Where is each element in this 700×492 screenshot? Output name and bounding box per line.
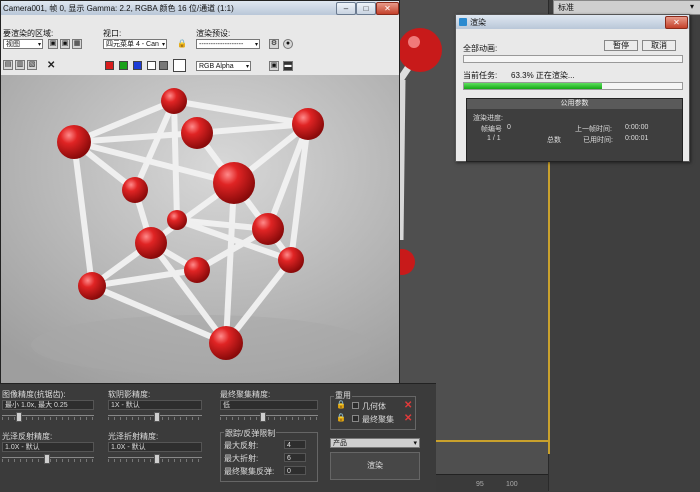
- render-button[interactable]: 渲染: [330, 452, 420, 480]
- glossy-refract-field[interactable]: 1.0X - 默认: [108, 442, 202, 452]
- image-precision-label: 图像精度(抗锯齿):: [2, 390, 66, 399]
- save-image-icon[interactable]: ▤: [3, 60, 13, 70]
- max-refract-spinner[interactable]: 6: [284, 453, 306, 462]
- rendered-frame-window: Camera001, 帧 0, 显示 Gamma: 2.2, RGBA 颜色 1…: [0, 0, 400, 384]
- glossy-refract-slider[interactable]: [108, 454, 202, 464]
- current-task-progress: [463, 82, 683, 90]
- elapsed-label: 已用时间:: [583, 137, 613, 144]
- glossy-reflect-label: 光泽反射精度:: [2, 432, 53, 441]
- mono-icon[interactable]: [159, 61, 168, 70]
- area-label: 要渲染的区域:: [3, 29, 54, 38]
- frame-window-toolbar: 要渲染的区域: 视图 ▾ ▣ ▣ ▦ 视口: 四元菜单 4 - Can ▾ 🔒 渲染…: [1, 15, 399, 75]
- lock-icon[interactable]: 🔒: [336, 414, 346, 422]
- render-dialog-titlebar[interactable]: 渲染 ✕: [456, 15, 689, 29]
- sphere-node: [398, 28, 442, 72]
- viewport-label: 视口:: [103, 29, 122, 38]
- object-type-dropdown[interactable]: 标准 ▾: [553, 0, 700, 15]
- last-frame-time-value: 0:00:00: [625, 124, 649, 131]
- final-gather-field[interactable]: 低: [220, 400, 318, 410]
- clear-icon[interactable]: ✕: [47, 61, 56, 71]
- image-precision-slider[interactable]: [2, 412, 94, 422]
- glossy-reflect-field[interactable]: 1.0X - 默认: [2, 442, 94, 452]
- final-gather-check-label: 最终聚集: [362, 415, 394, 424]
- max-refract-label: 最大折射:: [224, 454, 259, 463]
- final-gather-slider[interactable]: [220, 412, 318, 422]
- render-settings-panel: 图像精度(抗锯齿): 最小 1.0x, 最大 0.25 软阴影精度: 1X - …: [0, 383, 436, 492]
- fg-bounce-spinner[interactable]: 0: [284, 466, 306, 475]
- pause-button[interactable]: 暂停: [604, 40, 638, 51]
- active-viewport-border-bottom: [430, 440, 548, 442]
- overlay-icon[interactable]: ▬: [283, 61, 293, 71]
- trace-group-label: 跟踪/反弹限制: [224, 428, 277, 439]
- soft-shadow-slider[interactable]: [108, 412, 202, 422]
- close-icon[interactable]: ✕: [665, 16, 688, 29]
- final-gather-checkbox[interactable]: [352, 415, 359, 422]
- render-progress-dialog: 渲染 ✕ 全部动画: 暂停 取消 当前任务: 63.3% 正在渲染... 公用参…: [455, 14, 690, 162]
- common-parameters-header[interactable]: 公用参数: [467, 99, 682, 109]
- rendered-image: [1, 75, 399, 383]
- chevron-down-icon: ▾: [690, 2, 695, 11]
- x-icon[interactable]: ✕: [404, 414, 413, 424]
- total-label: 总数: [547, 137, 561, 144]
- current-task-status: 63.3% 正在渲染...: [511, 71, 575, 80]
- lock-icon[interactable]: 🔒: [177, 40, 187, 48]
- render-dialog-title: 渲染: [470, 18, 486, 27]
- fg-bounce-label: 最终聚集反弹:: [224, 467, 275, 476]
- geometry-checkbox[interactable]: [352, 402, 359, 409]
- display-toggle-icon[interactable]: ▣: [269, 61, 279, 71]
- blue-channel-icon[interactable]: [133, 61, 142, 70]
- object-type-value: 标准: [558, 3, 574, 12]
- red-channel-icon[interactable]: [105, 61, 114, 70]
- ruler-tick: 95: [476, 481, 484, 488]
- soft-shadow-label: 软阴影精度:: [108, 390, 151, 399]
- maximize-icon[interactable]: □: [356, 2, 376, 15]
- channel-select[interactable]: RGB Alpha ▾: [196, 61, 251, 71]
- x-icon[interactable]: ✕: [404, 401, 413, 411]
- timeline-ruler[interactable]: 95 100: [436, 474, 548, 492]
- frame-count: 1 / 1: [487, 135, 501, 142]
- green-channel-icon[interactable]: [119, 61, 128, 70]
- clone-window-icon[interactable]: ▧: [27, 60, 37, 70]
- color-swatch[interactable]: [173, 59, 186, 72]
- alpha-channel-icon[interactable]: [147, 61, 156, 70]
- cancel-button[interactable]: 取消: [642, 40, 676, 51]
- glossy-reflect-slider[interactable]: [2, 454, 94, 464]
- ruler-tick: 100: [506, 481, 518, 488]
- auto-region-icon[interactable]: ▣: [60, 39, 70, 49]
- all-animation-progress: [463, 55, 683, 63]
- preset-label: 渲染预设:: [196, 29, 231, 38]
- copy-image-icon[interactable]: ▥: [15, 60, 25, 70]
- current-task-progress-fill: [464, 83, 602, 89]
- frame-window-titlebar[interactable]: Camera001, 帧 0, 显示 Gamma: 2.2, RGBA 颜色 1…: [1, 1, 399, 15]
- render-icon: [459, 18, 467, 26]
- last-frame-time-label: 上一帧时间:: [575, 126, 612, 133]
- minimize-icon[interactable]: –: [336, 2, 356, 15]
- common-parameters-panel: 公用参数 渲染进度: 帧编号 0 1 / 1 总数 上一帧时间: 0:00:00…: [466, 98, 683, 162]
- frame-number-value: 0: [507, 124, 511, 131]
- crop-icon[interactable]: ▦: [72, 39, 82, 49]
- max-reflect-spinner[interactable]: 4: [284, 440, 306, 449]
- frame-window-title: Camera001, 帧 0, 显示 Gamma: 2.2, RGBA 颜色 1…: [3, 4, 234, 13]
- final-gather-label: 最终聚集精度:: [220, 390, 271, 399]
- all-animation-label: 全部动画:: [463, 44, 498, 53]
- render-progress-label: 渲染进度:: [473, 115, 503, 122]
- image-precision-field[interactable]: 最小 1.0x, 最大 0.25: [2, 400, 94, 410]
- viewport-select[interactable]: 四元菜单 4 - Can ▾: [103, 39, 167, 49]
- lock-icon[interactable]: 🔒: [336, 401, 346, 409]
- close-icon[interactable]: ✕: [376, 2, 399, 15]
- frame-number-label: 帧编号: [481, 126, 502, 133]
- render-setup-icon[interactable]: ⚙: [269, 39, 279, 49]
- glossy-refract-label: 光泽折射精度:: [108, 432, 159, 441]
- max-reflect-label: 最大反射:: [224, 441, 259, 450]
- geometry-label: 几何体: [362, 402, 386, 411]
- soft-shadow-field[interactable]: 1X - 默认: [108, 400, 202, 410]
- environment-icon[interactable]: ●: [283, 39, 293, 49]
- current-task-label: 当前任务:: [463, 71, 498, 80]
- area-select[interactable]: 视图 ▾: [3, 39, 43, 49]
- product-select[interactable]: 产品 ▾: [330, 438, 420, 448]
- elapsed-value: 0:00:01: [625, 135, 649, 142]
- preset-select[interactable]: ------------------- ▾: [196, 39, 260, 49]
- molecule-render: [1, 75, 399, 383]
- edit-region-icon[interactable]: ▣: [48, 39, 58, 49]
